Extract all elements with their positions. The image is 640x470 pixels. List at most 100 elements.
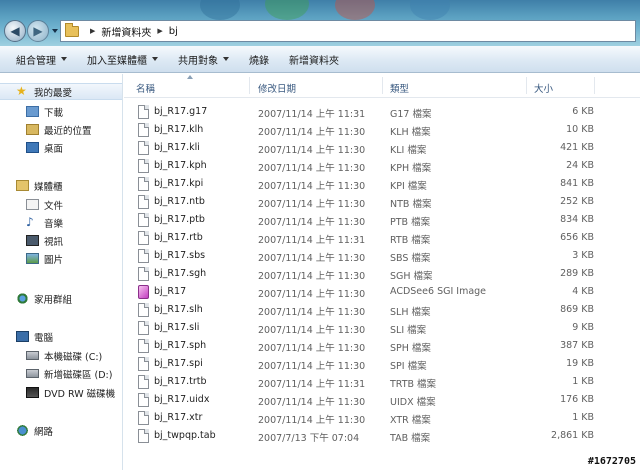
address-field[interactable]: ▶ 新增資料夾 ▶ bj bbox=[60, 20, 636, 42]
recent-places-icon bbox=[26, 124, 39, 135]
file-date-modified: 2007/11/14 上午 11:30 bbox=[258, 199, 366, 210]
file-name: bj_R17.ptb bbox=[154, 214, 205, 225]
column-header-type[interactable]: 類型 bbox=[390, 81, 409, 95]
file-row[interactable]: bj_R17.g17 2007/11/14 上午 11:31 G17 檔案 6 KB bbox=[132, 103, 632, 121]
file-icon bbox=[138, 357, 149, 371]
file-row[interactable]: bj_R17.rtb 2007/11/14 上午 11:31 RTB 檔案 656 K… bbox=[132, 229, 632, 247]
column-headers: 名稱 修改日期 類型 大小 bbox=[124, 74, 640, 98]
sidebar-item-music[interactable]: ♪ 音樂 bbox=[0, 214, 63, 231]
file-size: 1 KB bbox=[572, 412, 594, 423]
sidebar-item-network[interactable]: 網路 bbox=[0, 422, 53, 439]
sidebar-item-label: 圖片 bbox=[44, 254, 64, 266]
file-row[interactable]: bj_R17.sph 2007/11/14 上午 11:30 SPH 檔案 387 K… bbox=[132, 337, 632, 355]
column-divider[interactable] bbox=[249, 77, 250, 94]
history-dropdown-icon[interactable] bbox=[52, 29, 58, 33]
new-folder-button[interactable]: 新增資料夾 bbox=[279, 46, 349, 72]
sidebar-item-computer[interactable]: 電腦 bbox=[0, 328, 53, 345]
organize-button[interactable]: 組合管理 bbox=[6, 46, 77, 72]
file-row[interactable]: bj_R17.klh 2007/11/14 上午 11:30 KLH 檔案 10 KB bbox=[132, 121, 632, 139]
sidebar-item-desktop[interactable]: 桌面 bbox=[0, 139, 63, 156]
documents-icon bbox=[26, 199, 39, 210]
sidebar-item-downloads[interactable]: 下載 bbox=[0, 103, 63, 120]
forward-button[interactable]: ▶ bbox=[27, 20, 49, 42]
file-type: KLI 檔案 bbox=[390, 145, 427, 156]
column-header-size[interactable]: 大小 bbox=[534, 81, 553, 95]
hard-disk-icon bbox=[26, 369, 39, 378]
sidebar-item-favorites[interactable]: ★ 我的最愛 bbox=[0, 83, 122, 100]
file-row[interactable]: bj_R17.ptb 2007/11/14 上午 11:30 PTB 檔案 834 K… bbox=[132, 211, 632, 229]
file-date-modified: 2007/11/14 上午 11:30 bbox=[258, 217, 366, 228]
sidebar-item-homegroup[interactable]: 家用群組 bbox=[0, 290, 72, 307]
file-row[interactable]: bj_R17.sbs 2007/11/14 上午 11:30 SBS 檔案 3 KB bbox=[132, 247, 632, 265]
breadcrumb-separator-icon[interactable]: ▶ bbox=[90, 27, 95, 35]
burn-button[interactable]: 燒錄 bbox=[239, 46, 279, 72]
file-date-modified: 2007/11/14 上午 11:31 bbox=[258, 379, 366, 390]
file-row[interactable]: bj_R17.sli 2007/11/14 上午 11:30 SLI 檔案 9 KB bbox=[132, 319, 632, 337]
include-in-library-button[interactable]: 加入至媒體櫃 bbox=[77, 46, 168, 72]
file-type: KPH 檔案 bbox=[390, 163, 432, 174]
file-icon bbox=[138, 303, 149, 317]
file-icon bbox=[138, 339, 149, 353]
file-row[interactable]: bj_R17.slh 2007/11/14 上午 11:30 SLH 檔案 869 K… bbox=[132, 301, 632, 319]
network-icon bbox=[16, 425, 29, 436]
taskbar-blur bbox=[410, 0, 450, 20]
file-date-modified: 2007/11/14 上午 11:30 bbox=[258, 253, 366, 264]
file-name: bj_R17.kli bbox=[154, 142, 200, 153]
breadcrumb-item[interactable]: 新增資料夾 bbox=[101, 24, 151, 39]
breadcrumb-item[interactable]: bj bbox=[169, 26, 178, 37]
back-button[interactable]: ◀ bbox=[4, 20, 26, 42]
navigation-pane: ★ 我的最愛 下載 最近的位置 桌面 媒體櫃 文件 ♪ 音樂 視訊 圖片 家用群… bbox=[0, 74, 123, 470]
file-icon bbox=[138, 375, 149, 389]
libraries-icon bbox=[16, 180, 29, 191]
file-row[interactable]: bj_R17.xtr 2007/11/14 上午 11:30 XTR 檔案 1 KB bbox=[132, 409, 632, 427]
file-type: NTB 檔案 bbox=[390, 199, 432, 210]
chevron-down-icon bbox=[152, 57, 158, 61]
column-divider[interactable] bbox=[526, 77, 527, 94]
file-date-modified: 2007/11/14 上午 11:30 bbox=[258, 325, 366, 336]
acdsee-image-icon bbox=[138, 285, 149, 299]
sidebar-item-pictures[interactable]: 圖片 bbox=[0, 250, 63, 267]
command-bar: 組合管理 加入至媒體櫃 共用對象 燒錄 新增資料夾 bbox=[0, 46, 640, 73]
sidebar-item-label: 視訊 bbox=[44, 236, 64, 248]
file-row[interactable]: bj_R17.sgh 2007/11/14 上午 11:30 SGH 檔案 289 K… bbox=[132, 265, 632, 283]
file-row[interactable]: bj_twpqp.tab 2007/7/13 下午 07:04 TAB 檔案 2,86… bbox=[132, 427, 632, 445]
include-in-library-label: 加入至媒體櫃 bbox=[87, 55, 147, 67]
file-date-modified: 2007/11/14 上午 11:30 bbox=[258, 181, 366, 192]
file-row[interactable]: bj_R17.kph 2007/11/14 上午 11:30 KPH 檔案 24 KB bbox=[132, 157, 632, 175]
sidebar-item-label: 電腦 bbox=[34, 332, 54, 344]
sidebar-item-libraries[interactable]: 媒體櫃 bbox=[0, 177, 63, 194]
file-row[interactable]: bj_R17.kli 2007/11/14 上午 11:30 KLI 檔案 421 K… bbox=[132, 139, 632, 157]
file-row[interactable]: bj_R17.kpi 2007/11/14 上午 11:30 KPI 檔案 841 K… bbox=[132, 175, 632, 193]
file-type: XTR 檔案 bbox=[390, 415, 431, 426]
file-size: 421 KB bbox=[560, 142, 594, 153]
column-divider[interactable] bbox=[594, 77, 595, 94]
file-icon bbox=[138, 177, 149, 191]
file-row[interactable]: bj_R17.ntb 2007/11/14 上午 11:30 NTB 檔案 252 K… bbox=[132, 193, 632, 211]
sidebar-item-recent-places[interactable]: 最近的位置 bbox=[0, 121, 92, 138]
file-row[interactable]: bj_R17.uidx 2007/11/14 上午 11:30 UIDX 檔案 176… bbox=[132, 391, 632, 409]
sidebar-item-documents[interactable]: 文件 bbox=[0, 196, 63, 213]
file-name: bj_R17.sli bbox=[154, 322, 200, 333]
sidebar-item-video[interactable]: 視訊 bbox=[0, 232, 63, 249]
watermark: #1672705 bbox=[587, 456, 636, 467]
column-header-name[interactable]: 名稱 bbox=[136, 81, 155, 95]
column-header-date-modified[interactable]: 修改日期 bbox=[258, 81, 296, 95]
file-icon bbox=[138, 159, 149, 173]
file-type: TRTB 檔案 bbox=[390, 379, 437, 390]
sidebar-item-label: 最近的位置 bbox=[44, 125, 92, 137]
file-icon bbox=[138, 267, 149, 281]
file-row[interactable]: bj_R17 2007/11/14 上午 11:30 ACDSee6 SGI Ima… bbox=[132, 283, 632, 301]
sidebar-item-local-disk-c[interactable]: 本機磁碟 (C:) bbox=[0, 347, 102, 364]
burn-label: 燒錄 bbox=[249, 55, 269, 67]
sidebar-item-dvd-rw-drive[interactable]: DVD RW 磁碟機 bbox=[0, 384, 115, 401]
file-icon bbox=[138, 141, 149, 155]
file-size: 24 KB bbox=[566, 160, 594, 171]
file-row[interactable]: bj_R17.spi 2007/11/14 上午 11:30 SPI 檔案 19 KB bbox=[132, 355, 632, 373]
column-divider[interactable] bbox=[382, 77, 383, 94]
file-list: 名稱 修改日期 類型 大小 bj_R17.g17 2007/11/14 上午 11… bbox=[124, 74, 640, 470]
share-with-button[interactable]: 共用對象 bbox=[168, 46, 239, 72]
file-row[interactable]: bj_R17.trtb 2007/11/14 上午 11:31 TRTB 檔案 1 K… bbox=[132, 373, 632, 391]
hard-disk-icon bbox=[26, 351, 39, 360]
breadcrumb-separator-icon[interactable]: ▶ bbox=[157, 27, 162, 35]
sidebar-item-new-volume-d[interactable]: 新增磁碟區 (D:) bbox=[0, 365, 112, 382]
